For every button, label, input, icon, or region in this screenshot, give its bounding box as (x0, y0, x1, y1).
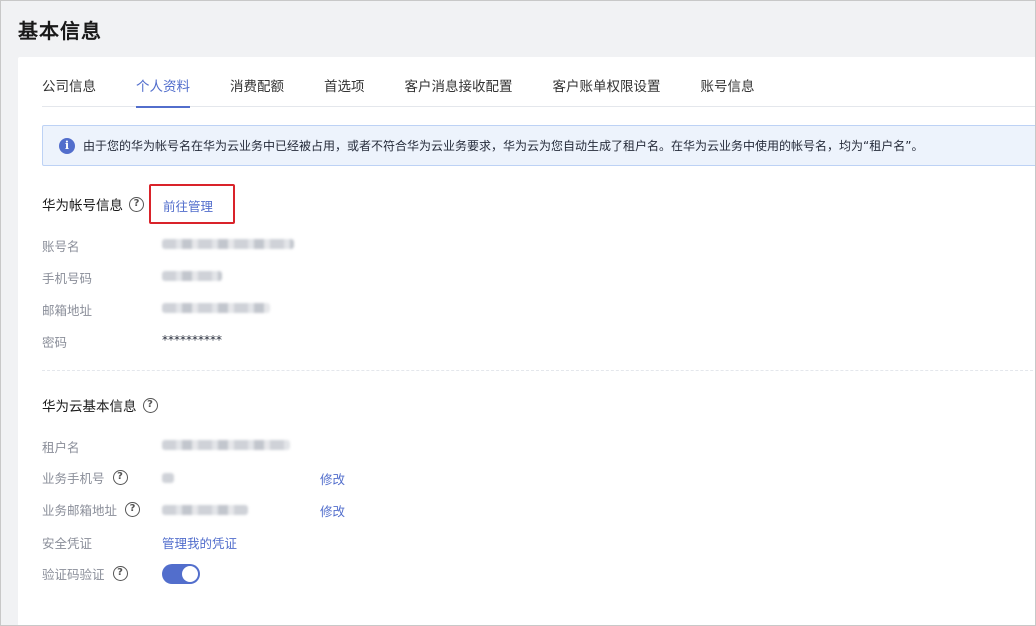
go-manage-link[interactable]: 前往管理 (163, 196, 213, 215)
business-email-label: 业务邮箱地址 ? (42, 500, 141, 519)
window-frame: 基本信息 公司信息 个人资料 消费配额 首选项 客户消息接收配置 客户账单权限设… (0, 0, 1036, 626)
business-email-value (162, 505, 248, 515)
edit-email-link[interactable]: 修改 (320, 501, 345, 520)
password-label: 密码 (42, 335, 68, 350)
info-banner: i 由于您的华为帐号名在华为云业务中已经被占用，或者不符合华为云业务要求，华为云… (42, 125, 1035, 166)
password-value: ********** (162, 333, 222, 347)
business-phone-label: 业务手机号 ? (42, 468, 128, 487)
help-icon[interactable]: ? (112, 566, 128, 581)
account-name-label: 账号名 (42, 239, 80, 254)
tab-bar: 公司信息 个人资料 消费配额 首选项 客户消息接收配置 客户账单权限设置 账号信… (42, 73, 1035, 108)
help-icon[interactable]: ? (125, 502, 141, 517)
tab-company-info[interactable]: 公司信息 (42, 73, 96, 107)
edit-phone-link[interactable]: 修改 (320, 469, 345, 488)
tab-preferences[interactable]: 首选项 (324, 73, 365, 107)
tab-consumption-quota[interactable]: 消费配额 (230, 73, 284, 107)
tenant-name-label: 租户名 (42, 440, 80, 455)
phone-label: 手机号码 (42, 271, 93, 286)
section-divider (42, 370, 1035, 371)
cloud-basic-heading: 华为云基本信息 ? (42, 395, 158, 415)
toggle-knob (182, 566, 198, 582)
tab-account-info[interactable]: 账号信息 (701, 73, 755, 107)
security-credential-label: 安全凭证 (42, 536, 93, 551)
banner-text: 由于您的华为帐号名在华为云业务中已经被占用，或者不符合华为云业务要求，华为云为您… (83, 139, 924, 153)
business-phone-value (162, 473, 174, 483)
email-value (162, 303, 270, 313)
huawei-account-title: 华为帐号信息 (42, 198, 123, 214)
help-icon[interactable]: ? (129, 196, 144, 212)
page-title: 基本信息 (18, 19, 102, 43)
email-label: 邮箱地址 (42, 303, 93, 318)
huawei-account-heading: 华为帐号信息 ? (42, 194, 144, 214)
help-icon[interactable]: ? (142, 397, 158, 413)
info-icon: i (59, 137, 75, 154)
cloud-basic-title: 华为云基本信息 (42, 399, 137, 415)
tab-message-config[interactable]: 客户消息接收配置 (405, 73, 513, 107)
content-card: 公司信息 个人资料 消费配额 首选项 客户消息接收配置 客户账单权限设置 账号信… (18, 57, 1035, 625)
captcha-verify-toggle[interactable] (162, 564, 200, 584)
phone-value (162, 271, 222, 281)
account-name-value (162, 239, 294, 249)
tab-bill-permission[interactable]: 客户账单权限设置 (553, 73, 661, 107)
tab-personal-profile[interactable]: 个人资料 (136, 73, 190, 108)
captcha-verify-label: 验证码验证 ? (42, 564, 128, 583)
manage-credentials-link[interactable]: 管理我的凭证 (162, 533, 237, 552)
tenant-name-value (162, 440, 290, 450)
help-icon[interactable]: ? (112, 470, 128, 485)
